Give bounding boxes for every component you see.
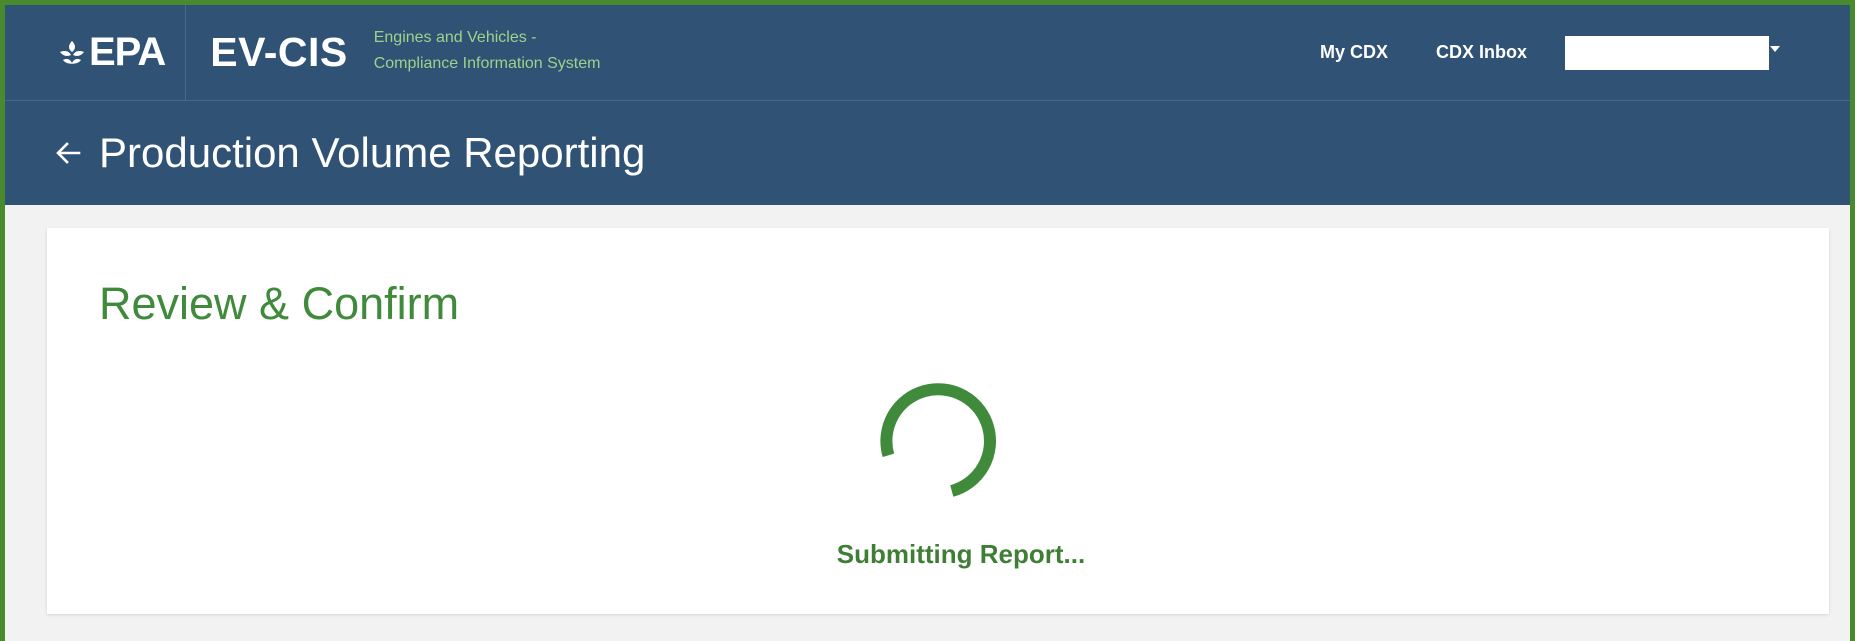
app-window: EPA EV-CIS Engines and Vehicles - Compli… [0, 0, 1855, 641]
user-menu[interactable] [1565, 35, 1780, 70]
back-button[interactable] [55, 140, 81, 166]
app-subtitle-line2: Compliance Information System [373, 54, 601, 72]
header-nav: My CDX CDX Inbox [1272, 35, 1780, 70]
cdx-inbox-link[interactable]: CDX Inbox [1436, 42, 1527, 63]
my-cdx-link[interactable]: My CDX [1320, 42, 1388, 63]
review-card: Review & Confirm Submitting Report... [47, 228, 1829, 614]
app-subtitle-line1: Engines and Vehicles - [373, 28, 537, 46]
epa-flower-icon [60, 40, 84, 64]
app-name[interactable]: EV-CIS [210, 29, 347, 76]
epa-logo[interactable]: EPA [57, 5, 166, 101]
epa-logo-text: EPA [89, 30, 166, 74]
user-menu-field[interactable] [1565, 35, 1769, 70]
caret-down-icon[interactable] [1770, 45, 1780, 52]
header-divider [185, 5, 187, 101]
page-title-bar: Production Volume Reporting [5, 101, 1850, 205]
app-subtitle: Engines and Vehicles - Compliance Inform… [374, 25, 601, 77]
arrow-left-icon[interactable] [55, 140, 81, 166]
status-text: Submitting Report... [836, 539, 1086, 569]
top-header: EPA EV-CIS Engines and Vehicles - Compli… [5, 5, 1850, 101]
loading-spinner-icon [873, 376, 1003, 511]
section-title: Review & Confirm [99, 278, 460, 329]
page-title: Production Volume Reporting [99, 129, 646, 176]
